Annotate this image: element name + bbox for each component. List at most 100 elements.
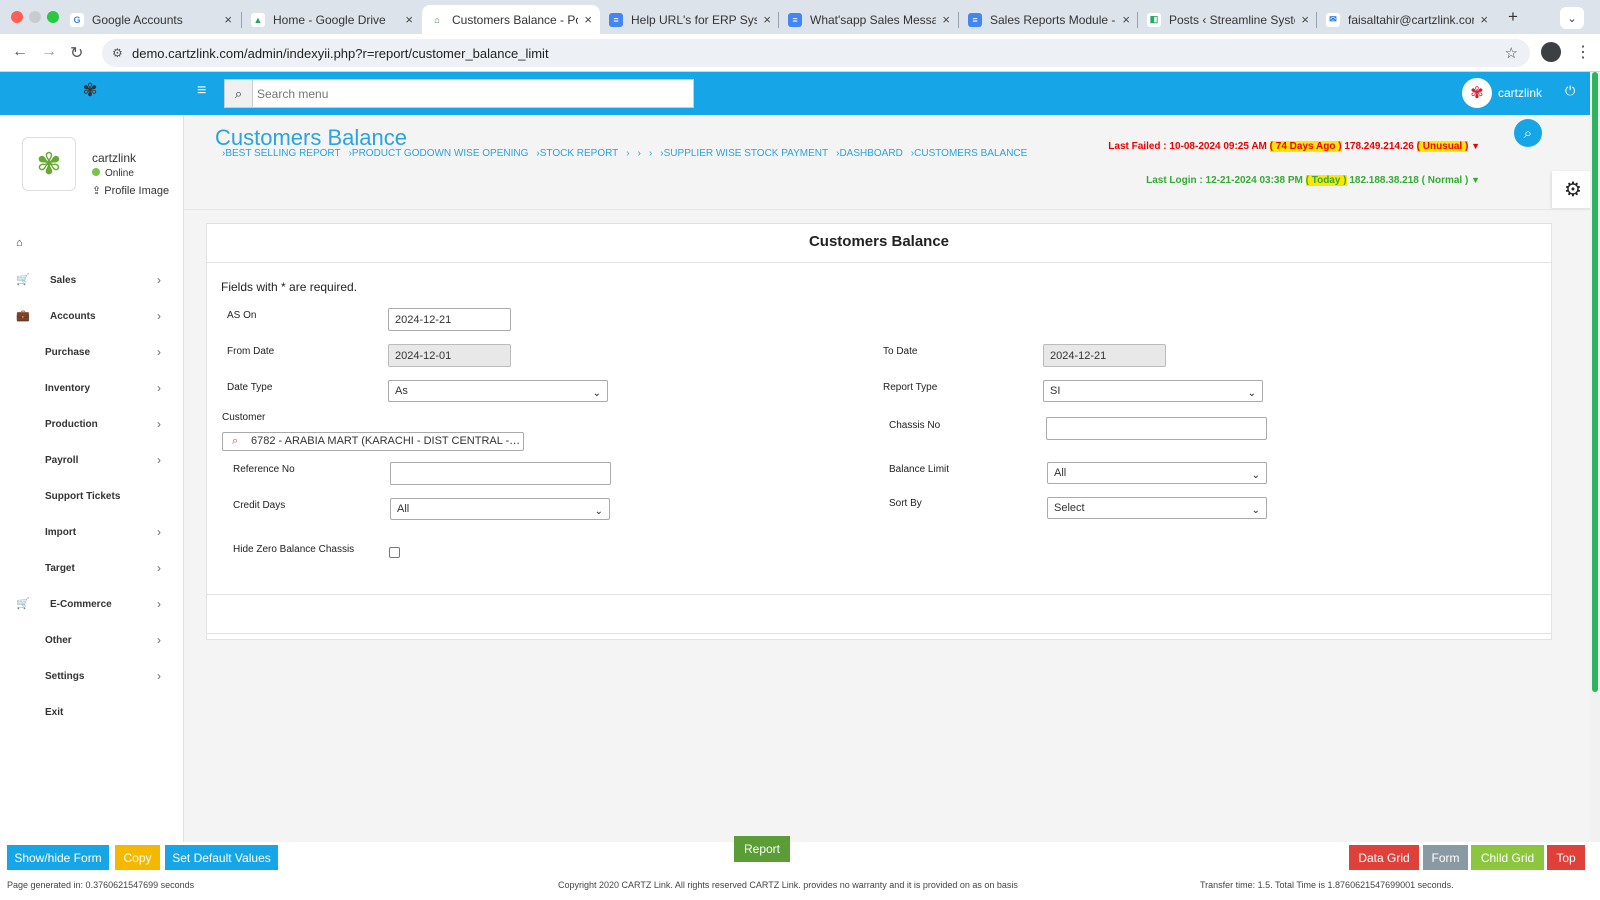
sidebar-item-label: Import — [45, 527, 77, 538]
minimize-window-icon[interactable] — [29, 11, 41, 23]
app-logo[interactable]: ✾ — [72, 80, 108, 108]
form-button[interactable]: Form — [1423, 845, 1468, 870]
browser-tab[interactable]: G Google Accounts × — [62, 5, 240, 34]
customer-label: Customer — [222, 412, 266, 423]
copy-button[interactable]: Copy — [115, 845, 160, 870]
sidebar-item-support-tickets[interactable]: Support Tickets — [0, 485, 184, 509]
browser-tab[interactable]: ✉ faisaltahir@cartzlink.com × — [1318, 5, 1496, 34]
child-grid-button[interactable]: Child Grid — [1471, 845, 1544, 870]
browser-tab[interactable]: ≡ Sales Reports Module - C × — [960, 5, 1138, 34]
sidebar-item-target[interactable]: Target › — [0, 557, 184, 581]
browser-menu-icon[interactable]: ⋮ — [1575, 42, 1591, 62]
sidebar-item-label: Payroll — [45, 455, 79, 466]
menu-search-input[interactable] — [257, 84, 687, 103]
sidebar-item-accounts[interactable]: 💼 Accounts › — [0, 305, 184, 329]
browser-toolbar: ← → ↻ ⚙ demo.cartzlink.com/admin/indexyi… — [0, 34, 1600, 72]
sidebar-item-settings[interactable]: Settings › — [0, 665, 184, 689]
breadcrumb-link[interactable]: ›DASHBOARD — [836, 148, 903, 159]
close-tab-icon[interactable]: × — [763, 12, 771, 27]
show-hide-form-button[interactable]: Show/hide Form — [7, 845, 109, 870]
hamburger-menu-icon[interactable]: ≡ — [197, 82, 206, 100]
browser-tab[interactable]: ≡ Help URL's for ERP Syste × — [601, 5, 779, 34]
close-window-icon[interactable] — [11, 11, 23, 23]
scrollbar[interactable] — [1590, 72, 1600, 842]
date-type-value: As — [395, 385, 408, 397]
url-text: demo.cartzlink.com/admin/indexyii.php?r=… — [132, 45, 549, 61]
new-tab-icon[interactable]: + — [1508, 7, 1518, 27]
sort-by-select[interactable]: Select ⌄ — [1047, 497, 1267, 519]
hide-zero-checkbox[interactable] — [389, 547, 400, 558]
breadcrumb-link[interactable]: › — [649, 148, 652, 159]
sidebar-item-exit[interactable]: Exit — [0, 701, 184, 725]
last-failed-date: Last Failed : 10-08-2024 09:25 AM — [1108, 141, 1267, 152]
browser-tab[interactable]: ⌂ Customers Balance - Pow × — [422, 5, 600, 34]
search-icon[interactable]: ⌕ — [1514, 119, 1542, 147]
sidebar-item-sales[interactable]: 🛒 Sales › — [0, 269, 184, 293]
balance-limit-select[interactable]: All ⌄ — [1047, 462, 1267, 484]
data-grid-button[interactable]: Data Grid — [1349, 845, 1419, 870]
profile-status-text: Online — [105, 168, 134, 179]
back-icon[interactable]: ← — [12, 43, 28, 61]
scrollbar-thumb[interactable] — [1592, 72, 1598, 692]
sidebar-item-other[interactable]: Other › — [0, 629, 184, 653]
credit-days-select[interactable]: All ⌄ — [390, 498, 610, 520]
sidebar-profile: ✾ cartzlink Online ⇪ Profile Image — [22, 137, 169, 197]
breadcrumb-link[interactable]: ›SUPPLIER WISE STOCK PAYMENT — [660, 148, 828, 159]
close-tab-icon[interactable]: × — [584, 12, 592, 27]
reference-no-input[interactable] — [390, 462, 611, 485]
maximize-window-icon[interactable] — [47, 11, 59, 23]
gear-icon[interactable]: ⚙ — [1552, 171, 1594, 208]
date-type-select[interactable]: As ⌄ — [388, 380, 608, 402]
report-type-select[interactable]: SI ⌄ — [1043, 380, 1263, 402]
set-default-values-button[interactable]: Set Default Values — [165, 845, 278, 870]
close-tab-icon[interactable]: × — [1301, 12, 1309, 27]
power-icon[interactable]: ⏻ — [1565, 83, 1575, 99]
chassis-no-input[interactable] — [1046, 417, 1267, 440]
sidebar-item-purchase[interactable]: Purchase › — [0, 341, 184, 365]
breadcrumb-link[interactable]: ›STOCK REPORT — [536, 148, 618, 159]
sidebar-item-production[interactable]: Production › — [0, 413, 184, 437]
sidebar-item-label: Support Tickets — [45, 491, 121, 502]
reload-icon[interactable]: ↻ — [70, 43, 83, 63]
sidebar-item-payroll[interactable]: Payroll › — [0, 449, 184, 473]
from-date-label: From Date — [227, 346, 275, 357]
favicon-icon: ⌂ — [430, 12, 444, 27]
customer-select[interactable]: ⌕ 6782 - ARABIA MART (KARACHI - DIST CEN… — [222, 432, 524, 451]
close-tab-icon[interactable]: × — [224, 12, 232, 27]
user-menu[interactable]: ✾ cartzlink — [1462, 78, 1542, 108]
close-tab-icon[interactable]: × — [405, 12, 413, 27]
report-button[interactable]: Report — [734, 836, 790, 862]
browser-profile-icon[interactable] — [1541, 42, 1561, 62]
close-tab-icon[interactable]: × — [1122, 12, 1130, 27]
browser-tab[interactable]: ◧ Posts ‹ Streamline Syster × — [1139, 5, 1317, 34]
breadcrumb-link[interactable]: ›CUSTOMERS BALANCE — [911, 148, 1028, 159]
top-button[interactable]: Top — [1547, 845, 1585, 870]
search-icon[interactable]: ⌕ — [225, 80, 253, 107]
favicon-icon: ▲ — [251, 12, 265, 27]
as-on-input[interactable] — [388, 308, 511, 331]
breadcrumb-link[interactable]: › — [638, 148, 641, 159]
chevron-right-icon: › — [157, 525, 161, 539]
tab-label: Sales Reports Module - C — [990, 12, 1117, 27]
sidebar-item-e-commerce[interactable]: 🛒 E-Commerce › — [0, 593, 184, 617]
bookmark-star-icon[interactable]: ☆ — [1505, 44, 1518, 62]
address-bar[interactable]: ⚙ demo.cartzlink.com/admin/indexyii.php?… — [102, 39, 1530, 67]
tab-separator — [1137, 12, 1138, 28]
briefcase-icon: 💼 — [16, 310, 30, 322]
from-date-input[interactable] — [388, 344, 511, 367]
profile-image-link[interactable]: ⇪ Profile Image — [92, 184, 169, 197]
tab-search-icon[interactable]: ⌄ — [1560, 7, 1584, 29]
sidebar-item-inventory[interactable]: Inventory › — [0, 377, 184, 401]
sidebar-item-import[interactable]: Import › — [0, 521, 184, 545]
forward-icon[interactable]: → — [41, 43, 57, 61]
browser-tab[interactable]: ≡ What'sapp Sales Messag × — [780, 5, 958, 34]
sidebar-item-home[interactable]: ⌂ — [0, 233, 184, 257]
to-date-input[interactable] — [1043, 344, 1166, 367]
breadcrumb-link[interactable]: ›PRODUCT GODOWN WISE OPENING — [349, 148, 529, 159]
close-tab-icon[interactable]: × — [942, 12, 950, 27]
browser-tab[interactable]: ▲ Home - Google Drive × — [243, 5, 421, 34]
site-info-icon[interactable]: ⚙ — [112, 46, 123, 60]
close-tab-icon[interactable]: × — [1480, 12, 1488, 27]
breadcrumb-link[interactable]: › — [626, 148, 629, 159]
breadcrumb-link[interactable]: ›BEST SELLING REPORT — [222, 148, 341, 159]
